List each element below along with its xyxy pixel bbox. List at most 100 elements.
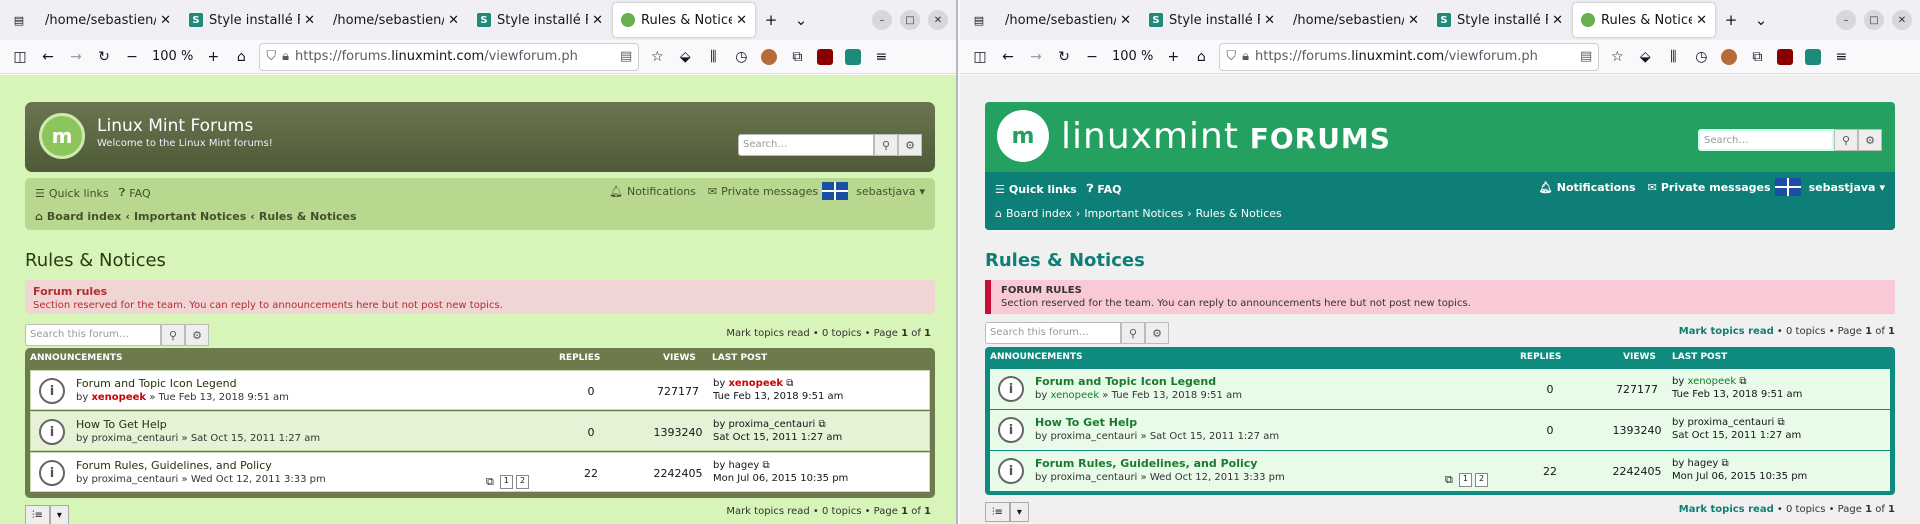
shield-icon[interactable]: ⛉ — [266, 49, 276, 64]
crumb-important-notices[interactable]: Important Notices — [134, 210, 246, 223]
author-link[interactable]: proxima_centauri — [1050, 472, 1137, 483]
maximize-icon[interactable]: □ — [1864, 10, 1884, 30]
zoom-out-icon[interactable]: − — [1078, 43, 1106, 71]
search-input[interactable]: Search… — [1698, 129, 1834, 151]
search-icon[interactable]: ⚲ — [1121, 322, 1145, 344]
topic-title[interactable]: How To Get Help — [1035, 416, 1137, 429]
view-post-icon[interactable]: ⧉ — [1739, 376, 1746, 387]
chevron-down-icon[interactable]: ⌄ — [1746, 5, 1776, 35]
chevron-down-icon[interactable]: ⌄ — [786, 5, 816, 35]
author-link[interactable]: proxima_centauri — [1687, 417, 1774, 428]
topic-title[interactable]: Forum Rules, Guidelines, and Policy — [76, 459, 272, 472]
mint-logo-icon[interactable]: m — [997, 110, 1049, 162]
private-messages-link[interactable]: Private messages — [1661, 181, 1771, 194]
view-post-icon[interactable]: ⧉ — [1722, 458, 1729, 469]
chevron-down-icon[interactable]: ▾ — [49, 505, 69, 524]
url-bar[interactable]: ⛉ 🔒︎ https://forums. linuxmint.com/viewfo… — [1219, 42, 1600, 71]
view-post-icon[interactable]: ⧉ — [1778, 417, 1785, 428]
sort-icon[interactable]: ⫶≡ — [985, 502, 1010, 522]
library-icon[interactable]: ⫼ — [1659, 43, 1687, 71]
back-icon[interactable]: ← — [994, 43, 1022, 71]
cookie-extension-icon[interactable] — [761, 48, 778, 65]
sidebar-icon[interactable]: ◫ — [966, 43, 994, 71]
topic-title[interactable]: How To Get Help — [76, 418, 167, 431]
avatar[interactable] — [1774, 178, 1801, 196]
menu-icon[interactable]: ☰ — [35, 187, 45, 200]
sidebar-icon[interactable]: ◫ — [6, 43, 34, 71]
pocket-icon[interactable]: ⬙ — [671, 43, 699, 71]
topic-title[interactable]: Forum and Topic Icon Legend — [76, 377, 237, 390]
lock-icon[interactable]: 🔒︎ — [282, 49, 289, 64]
history-icon[interactable]: ◷ — [1687, 43, 1715, 71]
menu-icon[interactable]: ≡ — [867, 43, 895, 71]
ublock-icon[interactable] — [1777, 48, 1794, 65]
zoom-in-icon[interactable]: + — [199, 43, 227, 71]
page-title[interactable]: Rules & Notices — [25, 250, 166, 271]
notifications-link[interactable]: Notifications — [1557, 181, 1636, 194]
author-link[interactable]: proxima_centauri — [728, 419, 815, 430]
reload-icon[interactable]: ↻ — [1050, 43, 1078, 71]
crumb-rules-notices[interactable]: Rules & Notices — [1196, 207, 1282, 220]
zoom-out-icon[interactable]: − — [118, 43, 146, 71]
author-link[interactable]: xenopeek — [1687, 376, 1736, 387]
minimize-icon[interactable]: – — [872, 10, 892, 30]
tab-2[interactable]: S Style installé Fr ✕ — [181, 3, 323, 37]
close-icon[interactable]: ✕ — [736, 13, 747, 28]
username[interactable]: sebastjava — [856, 185, 915, 198]
close-icon[interactable]: ✕ — [1892, 10, 1912, 30]
search-icon[interactable]: ⚲ — [161, 324, 185, 346]
page-link[interactable]: 2 — [515, 475, 530, 489]
sort-icon[interactable]: ⫶≡ — [25, 505, 50, 524]
author-link[interactable]: xenopeek — [728, 378, 783, 389]
search-icon[interactable]: ⚲ — [1834, 129, 1858, 151]
home-icon[interactable]: ⌂ — [227, 43, 255, 71]
reader-icon[interactable]: ▤ — [620, 49, 632, 64]
gear-icon[interactable]: ⚙ — [898, 134, 922, 156]
forward-icon[interactable]: → — [62, 43, 90, 71]
faq-link[interactable]: FAQ — [129, 187, 150, 200]
zoom-level[interactable]: 100 % — [146, 49, 199, 64]
search-input[interactable]: Search… — [738, 134, 874, 156]
extension-icon[interactable]: ⧉ — [1743, 43, 1771, 71]
tab-3[interactable]: /home/sebastien/F ✕ — [325, 3, 467, 37]
close-icon[interactable]: ✕ — [448, 13, 459, 28]
mark-topics-read[interactable]: Mark topics read — [726, 328, 809, 339]
reload-icon[interactable]: ↻ — [90, 43, 118, 71]
close-icon[interactable]: ✕ — [1120, 13, 1131, 28]
username[interactable]: sebastjava — [1809, 181, 1876, 194]
new-tab-icon[interactable]: + — [756, 5, 786, 35]
view-post-icon[interactable]: ⧉ — [786, 378, 793, 389]
close-icon[interactable]: ✕ — [1552, 13, 1563, 28]
tab-5-active[interactable]: Rules & Notices ✕ — [613, 3, 755, 37]
crumb-rules-notices[interactable]: Rules & Notices — [259, 210, 357, 223]
close-icon[interactable]: ✕ — [1408, 13, 1419, 28]
page-title[interactable]: Rules & Notices — [985, 250, 1145, 271]
new-tab-icon[interactable]: + — [1716, 5, 1746, 35]
author-link[interactable]: proxima_centauri — [91, 474, 178, 485]
tab-1[interactable]: /home/sebastien/F ✕ — [37, 3, 179, 37]
notifications-link[interactable]: Notifications — [627, 185, 696, 198]
pocket-icon[interactable]: ⬙ — [1631, 43, 1659, 71]
author-link[interactable]: hagey — [1687, 458, 1718, 469]
forward-icon[interactable]: → — [1022, 43, 1050, 71]
reader-icon[interactable]: ▤ — [1580, 49, 1592, 64]
chevron-down-icon[interactable]: ▾ — [1879, 181, 1885, 194]
author-link[interactable]: proxima_centauri — [1050, 431, 1137, 442]
faq-link[interactable]: FAQ — [1097, 183, 1121, 196]
page-link[interactable]: 2 — [1474, 473, 1489, 487]
avatar[interactable] — [822, 182, 849, 200]
author-link[interactable]: xenopeek — [1050, 390, 1099, 401]
home-icon[interactable]: ⌂ — [1187, 43, 1215, 71]
bookmark-star-icon[interactable]: ☆ — [643, 43, 671, 71]
stylus-icon[interactable] — [845, 48, 862, 65]
history-icon[interactable]: ◷ — [727, 43, 755, 71]
topic-title[interactable]: Forum Rules, Guidelines, and Policy — [1035, 457, 1257, 470]
menu-icon[interactable]: ☰ — [995, 183, 1005, 196]
page-link[interactable]: 1 — [499, 475, 513, 489]
quick-links[interactable]: Quick links — [49, 187, 109, 200]
mark-topics-read[interactable]: Mark topics read — [1679, 326, 1774, 337]
author-link[interactable]: proxima_centauri — [91, 433, 178, 444]
extension-icon[interactable]: ⧉ — [783, 43, 811, 71]
ublock-icon[interactable] — [817, 48, 834, 65]
bookmark-star-icon[interactable]: ☆ — [1603, 43, 1631, 71]
